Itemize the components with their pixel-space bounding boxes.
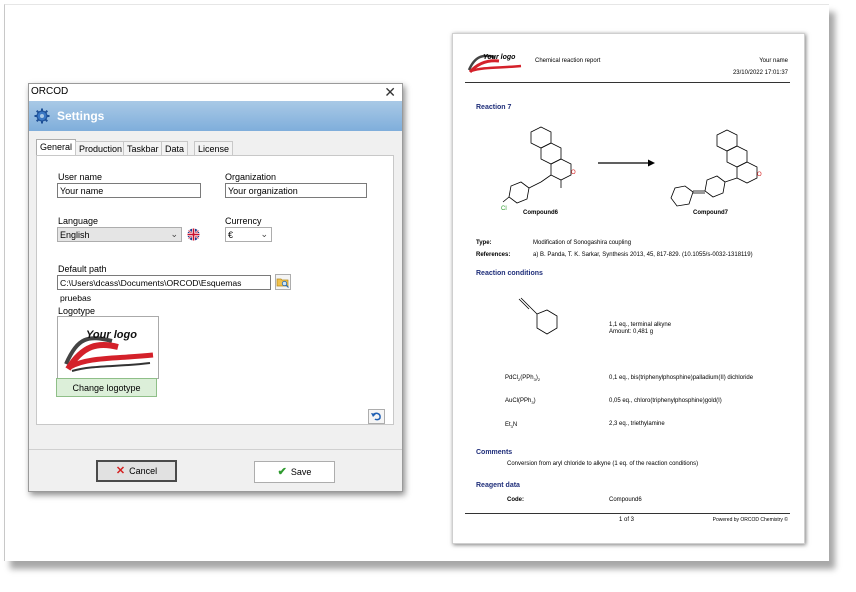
title-bar: ORCOD ✕	[29, 84, 402, 101]
folder-search-icon	[276, 278, 289, 288]
currency-label: Currency	[225, 216, 262, 226]
alkyne-desc: 1,1 eq., terminal alkyne	[609, 322, 672, 328]
report-logo	[467, 54, 522, 74]
user-name-field[interactable]: Your name	[57, 183, 201, 198]
settings-window: ORCOD ✕ Settings General Production Task…	[28, 83, 403, 492]
reagent-data-title: Reagent data	[476, 482, 520, 489]
comments-title: Comments	[476, 449, 513, 456]
settings-heading: Settings	[57, 109, 105, 123]
currency-value: €	[228, 230, 234, 240]
tab-production[interactable]: Production	[75, 141, 127, 156]
language-value: English	[60, 230, 90, 240]
tab-license[interactable]: License	[194, 141, 234, 156]
cancel-button[interactable]: ✕ Cancel	[96, 460, 177, 482]
report-datetime: 23/10/2022 17:01:37	[732, 70, 788, 76]
x-icon: ✕	[115, 465, 126, 477]
save-button[interactable]: ✔ Save	[254, 461, 335, 483]
settings-banner: Settings	[29, 101, 402, 131]
general-panel: User name Your name Organization Your or…	[36, 155, 394, 425]
alkyne-structure	[518, 297, 558, 335]
comments-value: Conversion from aryl chloride to alkyne …	[507, 461, 699, 467]
reaction-conditions-title: Reaction conditions	[476, 270, 543, 277]
reagent2-formula: AuCl(PPh3)	[505, 398, 536, 406]
default-path-label: Default path	[58, 264, 107, 274]
footer-divider	[29, 449, 402, 450]
type-value: Modification of Sonogashira coupling	[533, 240, 632, 246]
code-label: Code:	[507, 497, 524, 503]
language-select[interactable]: English ⌄	[57, 227, 182, 242]
close-icon[interactable]: ✕	[384, 84, 396, 101]
report-page: Your logo Chemical reaction report Your …	[452, 33, 805, 544]
reagent2-desc: 0,05 eq., chloro(triphenylphosphine)gold…	[609, 398, 722, 404]
header-rule	[465, 82, 790, 83]
default-path-field[interactable]: C:\Users\dcass\Documents\ORCOD\Esquemas …	[57, 275, 271, 303]
change-logotype-button[interactable]: Change logotype	[56, 378, 157, 397]
undo-button[interactable]	[368, 409, 385, 424]
compound6-label: Compound6	[523, 210, 558, 216]
logotype-label: Logotype	[58, 306, 96, 316]
language-label: Language	[58, 216, 99, 226]
reagent3-desc: 2,3 eq., triethylamine	[609, 421, 665, 427]
powered-by: Powered by ORCOD Chemistry ©	[712, 517, 788, 523]
references-label: References:	[476, 252, 511, 258]
code-value: Compound6	[609, 497, 642, 503]
alkyne-amount: Amount: 0,481 g	[609, 329, 654, 335]
tab-taskbar[interactable]: Taskbar	[123, 141, 163, 156]
uk-flag-icon	[187, 228, 200, 241]
organization-field[interactable]: Your organization	[225, 183, 367, 198]
compound7-label: Compound7	[693, 210, 728, 216]
user-name-label: User name	[58, 172, 103, 182]
type-label: Type:	[476, 240, 492, 246]
reagent1-desc: 0,1 eq., bis(triphenylphosphine)palladiu…	[609, 375, 754, 381]
svg-text:O: O	[571, 170, 576, 176]
undo-icon	[371, 412, 381, 421]
reaction-title: Reaction 7	[476, 104, 512, 111]
gear-icon	[34, 108, 50, 124]
chevron-down-icon: ⌄	[260, 229, 268, 239]
tab-data[interactable]: Data	[161, 141, 189, 156]
organization-label: Organization	[225, 172, 277, 182]
browse-folder-button[interactable]	[275, 274, 291, 290]
save-label: Save	[290, 467, 312, 477]
page-number: 1 of 3	[619, 517, 635, 523]
svg-text:Cl: Cl	[501, 206, 507, 212]
report-user: Your name	[759, 58, 788, 64]
references-value: a) B. Panda, T. K. Sarkar, Synthesis 201…	[533, 252, 753, 258]
check-icon: ✔	[277, 466, 287, 478]
footer-rule	[465, 513, 790, 514]
logotype-preview: Your logo	[57, 316, 159, 379]
logo-image	[64, 336, 154, 372]
report-logo-text: Your logo	[483, 54, 516, 61]
currency-select[interactable]: € ⌄	[225, 227, 272, 242]
cancel-label: Cancel	[129, 466, 158, 476]
reagent1-formula: PdCl2(PPh3)2	[505, 375, 541, 383]
compound7-structure: O	[670, 129, 762, 207]
reaction-arrow	[598, 159, 655, 167]
chevron-down-icon: ⌄	[170, 229, 178, 239]
compound6-structure: Cl O	[501, 126, 576, 212]
svg-text:O: O	[757, 172, 762, 178]
logo-text: Your logo	[86, 329, 137, 341]
window-title: ORCOD	[31, 86, 69, 97]
reagent3-formula: Et3N	[505, 422, 518, 430]
report-doc-title: Chemical reaction report	[535, 58, 601, 64]
